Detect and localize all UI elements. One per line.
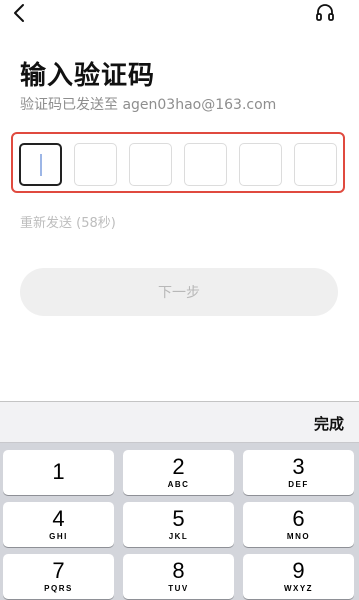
key-letters: MNO (286, 532, 311, 541)
key-5[interactable]: 5 JKL (123, 502, 234, 547)
key-6[interactable]: 6 MNO (243, 502, 354, 547)
key-7[interactable]: 7 PQRS (3, 554, 114, 599)
key-digit: 5 (172, 506, 185, 531)
page-title: 输入验证码 (20, 61, 156, 91)
chevron-left-icon[interactable] (10, 2, 30, 24)
key-digit: 9 (292, 558, 305, 583)
key-digit: 2 (172, 454, 185, 479)
key-digit: 1 (52, 459, 65, 484)
key-letters: GHI (49, 532, 68, 541)
key-3[interactable]: 3 DEF (243, 450, 354, 495)
code-input-box-2[interactable] (74, 143, 117, 186)
key-4[interactable]: 4 GHI (3, 502, 114, 547)
key-2[interactable]: 2 ABC (123, 450, 234, 495)
key-digit: 3 (292, 454, 305, 479)
key-digit: 6 (292, 506, 305, 531)
keyboard-toolbar: 完成 (0, 402, 359, 443)
key-letters: PQRS (44, 584, 73, 593)
code-input-box-3[interactable] (129, 143, 172, 186)
text-cursor (40, 154, 42, 176)
key-letters: TUV (168, 584, 189, 593)
code-input-box-5[interactable] (239, 143, 282, 186)
key-digit: 8 (172, 558, 185, 583)
page-subtitle: 验证码已发送至 agen03hao@163.com (20, 97, 277, 113)
code-input-box-4[interactable] (184, 143, 227, 186)
numeric-keyboard: 完成 1 2 ABC 3 DEF 4 GHI 5 JKL 6 MNO 7 PQR… (0, 401, 359, 600)
key-letters: WXYZ (283, 584, 314, 593)
next-button[interactable]: 下一步 (20, 268, 338, 316)
key-letters: JKL (168, 532, 189, 541)
key-digit: 7 (52, 558, 65, 583)
key-1[interactable]: 1 (3, 450, 114, 495)
key-8[interactable]: 8 TUV (123, 554, 234, 599)
resend-countdown: 重新发送 (58秒) (20, 216, 116, 231)
headset-icon[interactable] (315, 3, 335, 23)
code-input-box-6[interactable] (294, 143, 337, 186)
code-input-box-1[interactable] (19, 143, 62, 186)
top-bar (0, 0, 359, 28)
key-letters: DEF (288, 480, 309, 489)
key-9[interactable]: 9 WXYZ (243, 554, 354, 599)
key-letters: ABC (167, 480, 190, 489)
done-button[interactable]: 完成 (314, 413, 344, 434)
key-digit: 4 (52, 506, 65, 531)
